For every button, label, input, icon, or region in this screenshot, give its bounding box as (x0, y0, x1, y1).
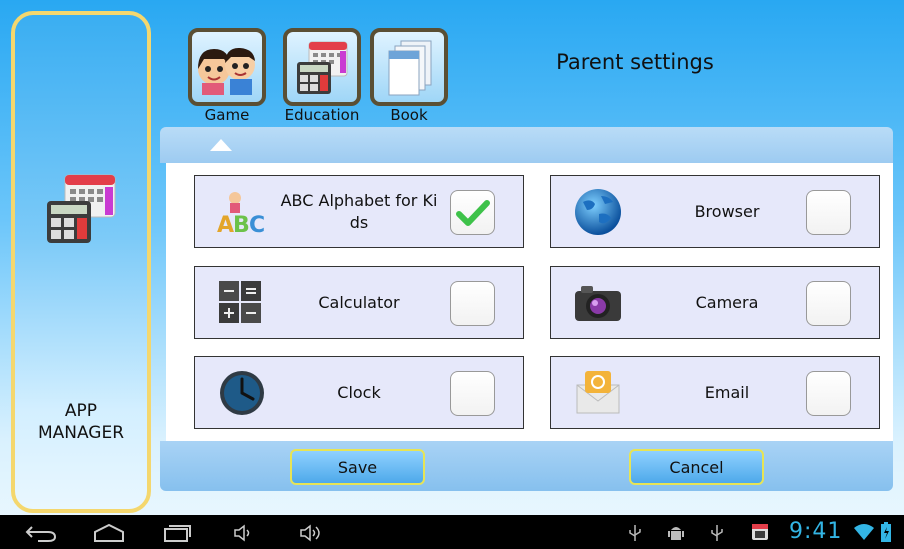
app-item-calculator[interactable]: Calculator (194, 266, 524, 339)
app-notification-icon (752, 524, 768, 540)
clock-icon (220, 371, 264, 415)
volume-down-icon[interactable] (232, 523, 256, 543)
tab-book-label[interactable]: Book (370, 106, 448, 124)
app-item-clock[interactable]: Clock (194, 356, 524, 429)
battery-icon (881, 522, 891, 542)
app-manager-label: APP MANAGER (37, 401, 125, 443)
recent-apps-icon[interactable] (162, 523, 192, 543)
usb-icon (629, 525, 641, 541)
app-name: Browser (694, 201, 760, 221)
cancel-button[interactable]: Cancel (629, 449, 764, 485)
app-checkbox[interactable] (806, 281, 851, 326)
app-manager-panel[interactable]: APP MANAGER (11, 11, 151, 513)
wifi-icon (854, 524, 874, 540)
app-name: ABC Alphabet for Ki ds (280, 190, 438, 232)
globe-icon (575, 189, 621, 235)
app-name: Camera (695, 292, 759, 312)
tab-book[interactable] (370, 28, 448, 106)
save-button[interactable]: Save (290, 449, 425, 485)
tab-education-label[interactable]: Education (274, 106, 370, 124)
volume-up-icon[interactable] (298, 523, 326, 543)
calculator-calendar-icon (297, 41, 348, 94)
book-icon (388, 40, 432, 96)
kids-faces-icon (198, 47, 255, 95)
app-checkbox[interactable] (450, 371, 495, 416)
tab-game-label[interactable]: Game (188, 106, 266, 124)
checkmark-icon (455, 199, 490, 226)
tab-education[interactable] (283, 28, 361, 106)
system-nav-bar: 9:41 (0, 515, 904, 549)
app-item-email[interactable]: Email (550, 356, 880, 429)
calculator-icon (219, 281, 261, 323)
abc-alphabet-icon: A B C (217, 192, 265, 238)
app-checkbox[interactable] (806, 190, 851, 235)
app-checkbox[interactable] (806, 371, 851, 416)
svg-text:A: A (217, 213, 234, 238)
app-name: Clock (337, 382, 381, 402)
back-icon[interactable] (24, 523, 58, 543)
selected-tab-indicator (210, 139, 232, 151)
app-item-browser[interactable]: Browser (550, 175, 880, 248)
app-name: Calculator (318, 292, 400, 312)
app-item-abc-alphabet[interactable]: A B C ABC Alphabet for Ki ds (194, 175, 524, 248)
app-manager-icon (47, 174, 116, 243)
svg-text:B: B (233, 213, 250, 238)
list-header-bar (160, 127, 893, 163)
page-title: Parent settings (556, 50, 714, 74)
app-list: A B C ABC Alphabet for Ki ds Browser Cal… (166, 163, 893, 441)
app-name: Email (704, 382, 750, 402)
status-time: 9:41 (789, 519, 843, 544)
camera-icon (575, 286, 621, 321)
home-icon[interactable] (92, 523, 126, 543)
usb-icon (711, 525, 723, 541)
tab-game[interactable] (188, 28, 266, 106)
app-checkbox[interactable] (450, 281, 495, 326)
android-debug-icon (668, 527, 684, 540)
app-item-camera[interactable]: Camera (550, 266, 880, 339)
email-icon (576, 371, 620, 414)
action-bar: Save Cancel (160, 441, 893, 491)
svg-text:C: C (249, 213, 265, 238)
app-checkbox-checked[interactable] (450, 190, 495, 235)
